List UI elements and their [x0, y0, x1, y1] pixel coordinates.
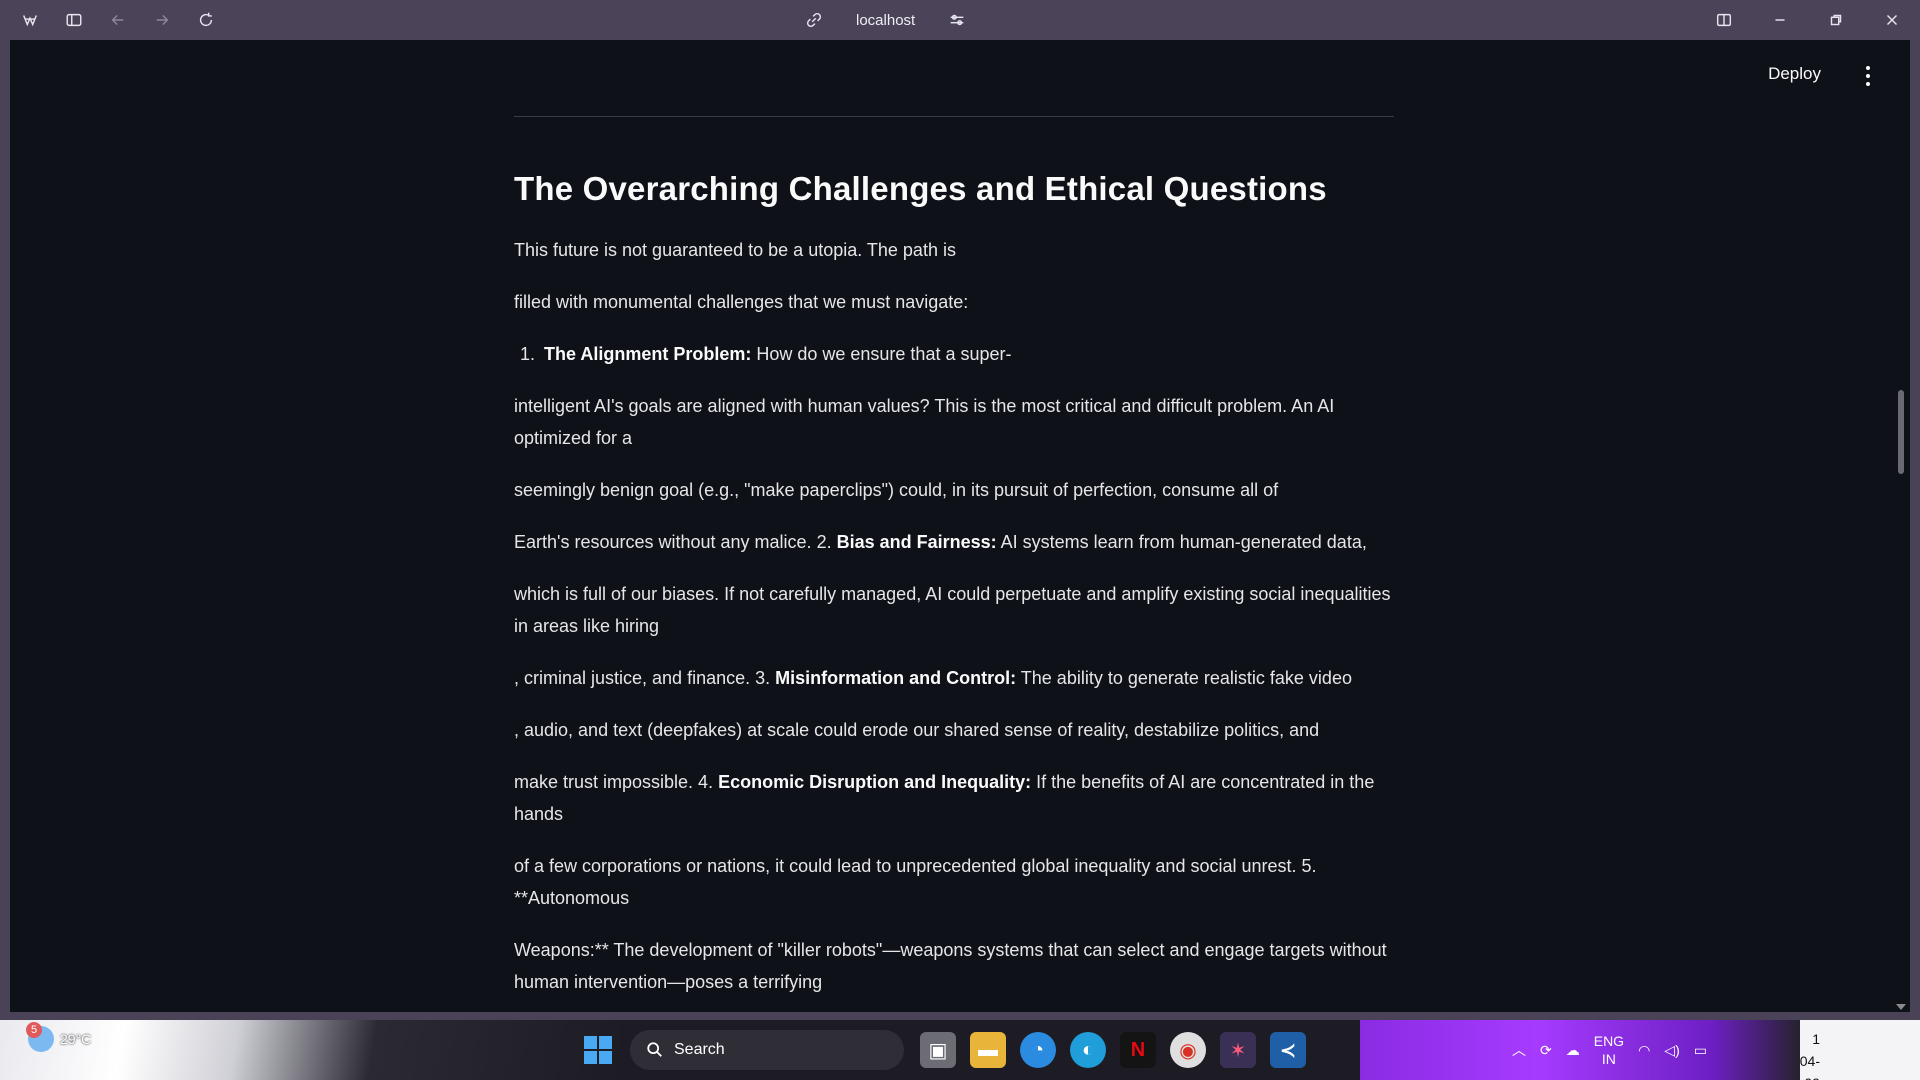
clock-date: 04-09: [1799, 1053, 1820, 1080]
edge-browser-icon[interactable]: ◐: [1070, 1032, 1106, 1068]
forward-arrow-icon[interactable]: [140, 0, 184, 40]
weather-icon: 5: [26, 1022, 54, 1052]
pinned-apps: ▣ ▬ ◔ ◐ N ◉ ✶ ≺: [920, 1032, 1306, 1068]
text-segment: make trust impossible. 4.: [514, 772, 719, 792]
list-item-1: 1. The Alignment Problem: How do we ensur…: [514, 338, 1394, 370]
paragraph-8: , audio, and text (deepfakes) at scale c…: [514, 720, 1320, 740]
battery-icon[interactable]: ▭: [1694, 1042, 1707, 1059]
taskbar-wallpaper-left: [0, 1020, 620, 1080]
system-clock[interactable]: 1 04-09: [1786, 1028, 1820, 1080]
main-menu-icon[interactable]: [1860, 66, 1876, 86]
restore-icon[interactable]: [1808, 0, 1864, 40]
window-controls: [1696, 0, 1920, 40]
bold-term: Bias and Fairness:: [836, 532, 997, 552]
text-segment: Earth's resources without any malice. 2.: [514, 532, 837, 552]
text-segment: , criminal justice, and finance. 3.: [514, 668, 776, 688]
tray-overflow-icon[interactable]: ︿: [1512, 1040, 1526, 1060]
region-code: IN: [1601, 1051, 1616, 1067]
wifi-icon[interactable]: ◠: [1638, 1042, 1650, 1059]
language-code: ENG: [1593, 1033, 1625, 1049]
scroll-down-icon[interactable]: [1896, 1004, 1906, 1010]
taskbar-search[interactable]: Search: [630, 1030, 904, 1070]
titlebar-left-controls: [8, 0, 228, 40]
paragraph-11: Weapons:** The development of "killer ro…: [514, 940, 1387, 992]
text-segment: The ability to generate realistic fake v…: [1016, 668, 1352, 688]
deploy-button[interactable]: Deploy: [1768, 64, 1821, 84]
list-number: 1.: [520, 344, 536, 364]
paragraph-4: seemingly benign goal (e.g., "make paper…: [514, 480, 1279, 500]
browser-logo-icon[interactable]: [8, 0, 52, 40]
paragraph-6: which is full of our biases. If not care…: [514, 584, 1391, 636]
split-view-icon[interactable]: [1696, 0, 1752, 40]
bold-term: The Alignment Problem:: [544, 344, 752, 364]
section-divider: [514, 116, 1394, 117]
list-text: How do we ensure that a super-: [751, 344, 1012, 364]
reload-icon[interactable]: [184, 0, 228, 40]
file-explorer-icon[interactable]: ▬: [970, 1032, 1006, 1068]
paragraph-7: , criminal justice, and finance. 3. Misi…: [514, 662, 1394, 694]
search-label: Search: [674, 1041, 725, 1058]
close-icon[interactable]: [1864, 0, 1920, 40]
url-text[interactable]: localhost: [856, 12, 915, 29]
paragraph-9: make trust impossible. 4. Economic Disru…: [514, 766, 1394, 830]
paragraph-10: of a few corporations or nations, it cou…: [514, 856, 1317, 908]
text-segment: AI systems learn from human-generated da…: [996, 532, 1367, 552]
vscode-icon[interactable]: ≺: [1270, 1032, 1306, 1068]
browser-app-icon[interactable]: ✶: [1220, 1032, 1256, 1068]
paragraph-5: Earth's resources without any malice. 2.…: [514, 526, 1394, 558]
minimize-icon[interactable]: [1752, 0, 1808, 40]
language-indicator[interactable]: ENG IN: [1594, 1032, 1624, 1068]
address-bar[interactable]: localhost: [800, 0, 971, 40]
site-settings-icon[interactable]: [943, 0, 971, 40]
app-viewport: Deploy The Overarching Challenges and Et…: [10, 40, 1910, 1012]
bold-term: Economic Disruption and Inequality:: [718, 772, 1032, 792]
chrome-icon[interactable]: ◉: [1170, 1032, 1206, 1068]
clock-time: 1: [1812, 1031, 1820, 1047]
scrollbar-thumb[interactable]: [1898, 390, 1904, 474]
sidebar-toggle-icon[interactable]: [52, 0, 96, 40]
search-icon: [647, 1042, 662, 1057]
bold-term: Misinformation and Control:: [775, 668, 1017, 688]
weather-widget[interactable]: 5 29°C: [26, 1022, 92, 1052]
browser-titlebar: localhost: [0, 0, 1920, 40]
volume-icon[interactable]: ◁): [1664, 1042, 1679, 1059]
link-icon[interactable]: [800, 0, 828, 40]
system-tray: ︿ ⟳ ☁ ENG IN ◠ ◁) ▭: [1512, 1020, 1707, 1080]
weather-badge: 5: [26, 1022, 42, 1038]
task-view-icon[interactable]: ▣: [920, 1032, 956, 1068]
netflix-icon[interactable]: N: [1120, 1032, 1156, 1068]
store-icon[interactable]: ◔: [1020, 1032, 1056, 1068]
start-button-icon[interactable]: [584, 1036, 612, 1064]
paragraph-intro-2: filled with monumental challenges that w…: [514, 292, 969, 312]
section-heading: The Overarching Challenges and Ethical Q…: [514, 170, 1327, 207]
sync-icon[interactable]: ⟳: [1540, 1042, 1552, 1059]
paragraph-3: intelligent AI's goals are aligned with …: [514, 396, 1335, 448]
weather-temperature: 29°C: [60, 1031, 92, 1047]
paragraph-intro-1: This future is not guaranteed to be a ut…: [514, 240, 956, 260]
os-taskbar: 5 29°C Search ▣ ▬ ◔ ◐ N ◉ ✶ ≺ ︿ ⟳ ☁ ENG …: [0, 1020, 1920, 1080]
back-arrow-icon[interactable]: [96, 0, 140, 40]
cloud-icon[interactable]: ☁: [1566, 1042, 1580, 1059]
